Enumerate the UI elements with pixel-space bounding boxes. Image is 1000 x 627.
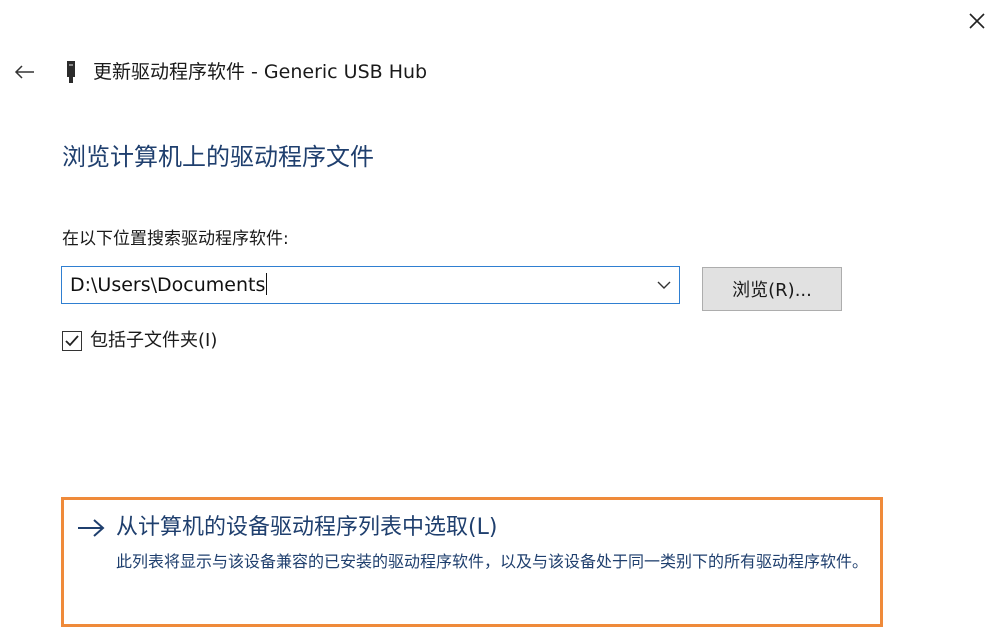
chevron-down-icon[interactable]: [657, 279, 671, 291]
path-value[interactable]: D:\Users\Documents: [70, 272, 268, 298]
close-icon: [969, 13, 985, 29]
checkmark-icon: [65, 335, 79, 347]
page-title: 浏览计算机上的驱动程序文件: [62, 143, 374, 171]
close-button[interactable]: [954, 0, 1000, 42]
right-arrow-icon: [78, 519, 105, 537]
usb-device-icon: [67, 61, 75, 83]
include-subfolders-label[interactable]: 包括子文件夹(I): [90, 328, 217, 354]
pick-from-list-option[interactable]: 从计算机的设备驱动程序列表中选取(L) 此列表将显示与该设备兼容的已安装的驱动程…: [61, 497, 883, 627]
text-caret: [266, 273, 268, 295]
include-subfolders-checkbox[interactable]: [62, 331, 82, 351]
driver-path-combobox[interactable]: D:\Users\Documents: [61, 266, 680, 304]
back-arrow-icon: [14, 65, 34, 79]
search-location-label: 在以下位置搜索驱动程序软件:: [62, 229, 289, 249]
header-title: 更新驱动程序软件 - Generic USB Hub: [93, 61, 428, 83]
pick-from-list-description: 此列表将显示与该设备兼容的已安装的驱动程序软件，以及与该设备处于同一类别下的所有…: [116, 552, 869, 571]
pick-from-list-title[interactable]: 从计算机的设备驱动程序列表中选取(L): [116, 514, 497, 542]
back-button[interactable]: [8, 58, 40, 86]
update-driver-dialog: 更新驱动程序软件 - Generic USB Hub 浏览计算机上的驱动程序文件…: [0, 0, 1000, 627]
browse-button[interactable]: 浏览(R)...: [702, 267, 842, 311]
